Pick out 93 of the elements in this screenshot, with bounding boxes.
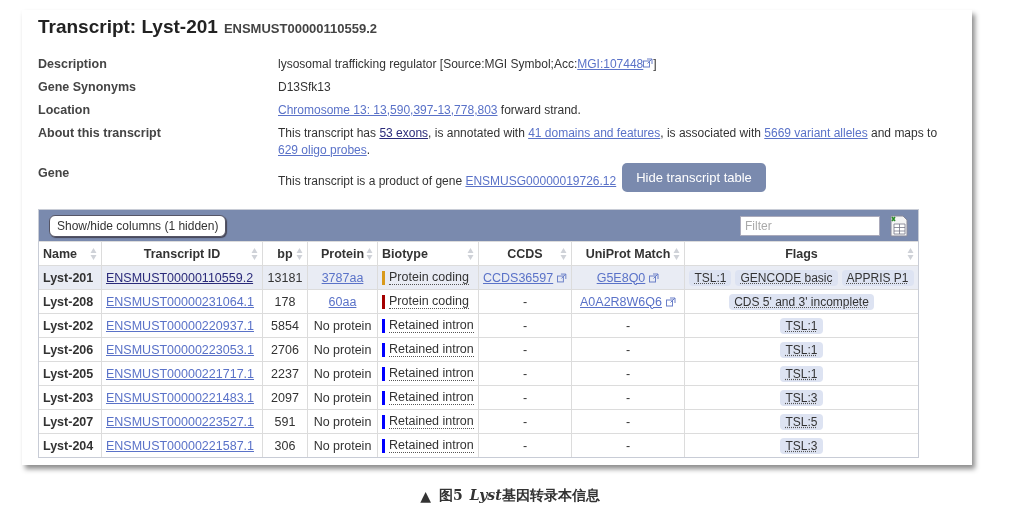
column-header[interactable]: Name [43, 246, 78, 261]
field-label: Description [38, 56, 108, 73]
table-cell: - [478, 434, 571, 457]
flag-tag: TSL:1 [780, 365, 823, 382]
transcript-link[interactable]: ENSMUST00000221587.1 [106, 438, 254, 453]
field-value: lysosomal trafficking regulator [Source:MGI Symbol;Acc:MGI:107448 ] [278, 56, 657, 73]
table-row[interactable]: Lyst-202 ENSMUST00000220937.1 5854 No protein Retained intron - - TSL:1 [39, 313, 918, 337]
table-cell-text: Lyst-204 [42, 437, 95, 455]
column-header[interactable]: Flags [785, 246, 818, 261]
flag-tag: GENCODE basic [735, 269, 838, 286]
page-title: Transcript: Lyst-201 [38, 16, 218, 38]
external-link-icon [649, 272, 660, 283]
field-value: Chromosome 13: 13,590,397-13,778,803 forward strand. [278, 102, 581, 119]
flag-tag: TSL:1 [780, 341, 823, 358]
transcript-link[interactable]: ENSMUST00000110559.2 [106, 270, 254, 285]
spreadsheet-icon[interactable] [890, 214, 908, 237]
table-cell-text: Lyst-203 [42, 389, 95, 407]
sort-icon[interactable] [560, 246, 567, 261]
filter-field[interactable]: Filter [740, 215, 880, 236]
field-label: Location [38, 102, 92, 119]
external-link-icon [557, 272, 567, 283]
transcript-link[interactable]: ENSMUST00000223053.1 [106, 342, 254, 357]
external-link-icon [643, 58, 654, 68]
column-header[interactable]: bp [277, 246, 293, 261]
table-row[interactable]: Lyst-206 ENSMUST00000223053.1 2706 No protein Retained intron - - TSL:1 [39, 337, 918, 361]
flag-tag: TSL:3 [780, 389, 823, 406]
biotype-text: Retained intron [389, 342, 474, 357]
table-cell: - [571, 434, 684, 457]
table-row[interactable]: Lyst-208 ENSMUST00000231064.1 178 60aa Protein coding - A0A2R8W6Q6 CDS 5' and 3' incomplete [39, 289, 918, 313]
biotype-text: Protein coding [389, 294, 469, 309]
link[interactable]: Chromosome 13: 13,590,397-13,778,803 [278, 103, 498, 117]
table-row[interactable]: Lyst-201 ENSMUST00000110559.2 13181 3787aa Protein coding CCDS36597 G5E8Q0 TSL:1 GENCODE basic APPRIS P1 [39, 265, 918, 289]
link[interactable]: 629 oligo probes [278, 143, 367, 157]
flag-tag: APPRIS P1 [841, 269, 914, 286]
column-header[interactable]: Transcript ID [143, 246, 221, 261]
transcript-link[interactable]: ENSMUST00000220937.1 [106, 318, 254, 333]
flag-tag: TSL:3 [780, 437, 823, 454]
link[interactable]: 5669 variant alleles [764, 126, 868, 140]
transcript-link[interactable]: ENSMUST00000221717.1 [106, 366, 254, 381]
sort-icon[interactable] [467, 246, 474, 261]
field-label: Gene [38, 165, 71, 182]
external-link-icon [666, 296, 676, 307]
figure-caption: 图5 Lyst基因转录本信息 [439, 487, 600, 505]
sort-icon[interactable] [90, 246, 97, 261]
transcript-link[interactable]: ENSMUST00000231064.1 [106, 294, 254, 309]
field-label: Gene Synonyms [38, 79, 137, 96]
column-header[interactable]: CCDS [507, 246, 543, 261]
table-row[interactable]: Lyst-204 ENSMUST00000221587.1 306 No protein Retained intron - - TSL:3 [39, 433, 918, 457]
table-cell-text: Lyst-207 [42, 413, 95, 431]
field-value: This transcript is a product of gene ENSMUSG00000019726.12 [278, 173, 617, 190]
transcript-link[interactable]: ENSMUST00000221483.1 [106, 390, 254, 405]
table-cell-text: Lyst-205 [42, 365, 95, 383]
link[interactable]: MGI:107448 [577, 57, 644, 71]
column-header[interactable]: UniProt Match [585, 246, 671, 261]
sort-icon[interactable] [251, 246, 258, 261]
table-row[interactable]: Lyst-203 ENSMUST00000221483.1 2097 No protein Retained intron - - TSL:3 [39, 385, 918, 409]
flag-tag: TSL:1 [780, 317, 823, 334]
uniprot-link[interactable]: A0A2R8W6Q6 [580, 294, 662, 309]
table-cell: No protein [307, 434, 377, 457]
sort-icon[interactable] [296, 246, 303, 261]
biotype-text: Retained intron [389, 438, 474, 453]
table-cell-text: Lyst-208 [42, 293, 95, 311]
field-value: This transcript has 53 exons, is annotated with 41 domains and features, is associated with 5669 variant alleles and maps to 629 oligo probes. [278, 125, 939, 159]
biotype-text: Protein coding [389, 270, 469, 285]
table-cell-text: Lyst-201 [42, 269, 95, 287]
table-cell-text: Lyst-206 [42, 341, 95, 359]
table-cell-text: Lyst-202 [42, 317, 95, 335]
uniprot-link[interactable]: G5E8Q0 [596, 270, 646, 285]
biotype-text: Retained intron [389, 414, 474, 429]
flag-tag: CDS 5' and 3' incomplete [729, 293, 874, 310]
table-row[interactable]: Lyst-207 ENSMUST00000223527.1 591 No protein Retained intron - - TSL:5 [39, 409, 918, 433]
flag-tag: TSL:5 [780, 413, 823, 430]
sort-icon[interactable] [366, 246, 373, 261]
ccds-link[interactable]: CCDS36597 [483, 270, 554, 285]
show-hide-columns-button[interactable]: Show/hide columns (1 hidden) [49, 214, 227, 237]
biotype-text: Retained intron [389, 390, 474, 405]
transcript-id: ENSMUST00000110559.2 [223, 21, 378, 36]
sort-icon[interactable] [907, 246, 914, 261]
protein-link[interactable]: 60aa [328, 294, 357, 309]
biotype-text: Retained intron [389, 366, 474, 381]
table-row[interactable]: Lyst-205 ENSMUST00000221717.1 2237 No protein Retained intron - - TSL:1 [39, 361, 918, 385]
sort-icon[interactable] [673, 246, 680, 261]
field-value: D13Sfk13 [278, 79, 331, 96]
biotype-text: Retained intron [389, 318, 474, 333]
transcript-link[interactable]: ENSMUST00000223527.1 [106, 414, 254, 429]
column-header[interactable]: Biotype [382, 246, 428, 261]
flag-tag: TSL:1 [689, 269, 732, 286]
column-header[interactable]: Protein [320, 246, 365, 261]
field-label: About this transcript [38, 125, 162, 142]
caption-marker: ▲ [420, 488, 432, 504]
protein-link[interactable]: 3787aa [321, 270, 364, 285]
link[interactable]: ENSMUSG00000019726.12 [465, 174, 617, 188]
table-cell: 306 [262, 434, 307, 457]
